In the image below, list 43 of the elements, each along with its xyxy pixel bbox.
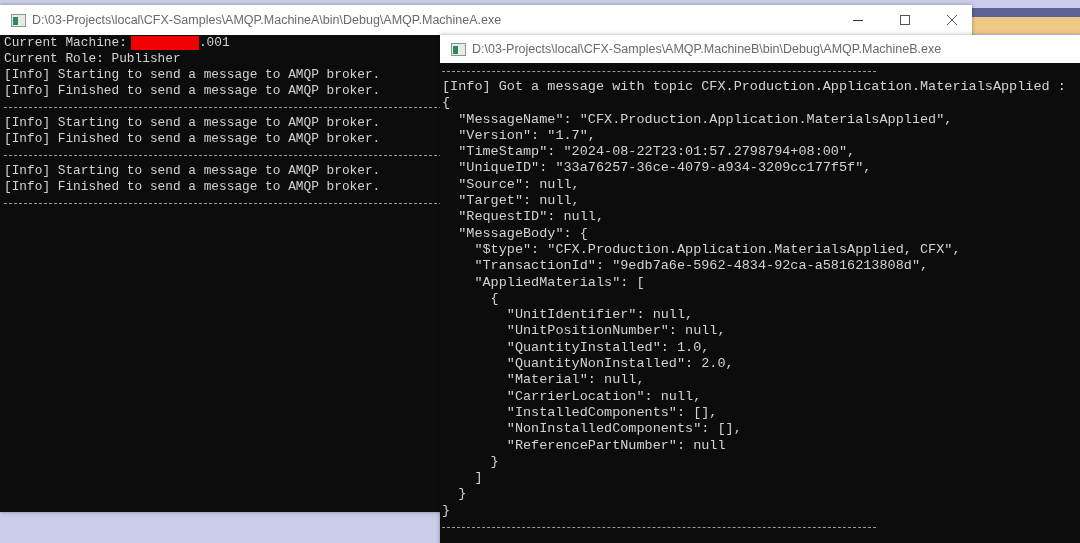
- console-line: ]: [473, 470, 483, 487]
- console-line: "Material": null,: [505, 372, 645, 389]
- console-line: }: [489, 453, 499, 471]
- console-line: "Target": null,: [457, 193, 580, 210]
- console-line: "Source": null,: [457, 176, 580, 194]
- console-text: .001: [198, 35, 230, 51]
- console-line: {: [489, 290, 499, 308]
- close-icon[interactable]: [946, 14, 958, 26]
- console-line: "UniqueID": "33a76257-36ce-4079-a934-3209cc177f5f",: [457, 160, 872, 177]
- console-line: {: [442, 95, 451, 112]
- console-line: "TimeStamp": "2024-08-22T23:01:57.2798794+08:00",: [457, 144, 856, 161]
- window-title: D:\03-Projects\local\CFX-Samples\AMQP.MachineB\bin\Debug\AMQP.MachineB.exe: [472, 42, 942, 56]
- console-line: "TransactionId": "9edb7a6e-5962-4834-92ca-a5816213808d",: [473, 258, 929, 275]
- console-line: "$type": "CFX.Production.Application.MaterialsApplied, CFX",: [473, 241, 961, 259]
- console-line: [Info] Finished to send a message to AMQP broker.: [4, 83, 381, 99]
- console-icon: [451, 42, 466, 56]
- console-line: "InstalledComponents": [],: [505, 404, 718, 422]
- console-line: Current Role: Publisher: [4, 51, 181, 67]
- console-line: "AppliedMaterials": [: [473, 274, 645, 291]
- console-line: "QuantityInstalled": 1.0,: [505, 339, 710, 357]
- console-line: [Info] Starting to send a message to AMQP broker.: [4, 67, 381, 83]
- console-line: "ReferencePartNumber": null: [505, 437, 726, 454]
- console-line: "Version": "1.7",: [457, 127, 596, 145]
- console-text: Current Machine:: [4, 35, 127, 51]
- console-icon: [11, 13, 26, 27]
- window-title: D:\03-Projects\local\CFX-Samples\AMQP.MachineA\bin\Debug\AMQP.MachineA.exe: [32, 13, 502, 27]
- console-line: [Info] Finished to send a message to AMQP broker.: [4, 131, 381, 147]
- console-line: [Info] Got a message with topic CFX.Production.Application.MaterialsApplied :: [442, 79, 1066, 96]
- console-line: [Info] Starting to send a message to AMQP broker.: [4, 163, 381, 179]
- console-line: "NonInstalledComponents": [],: [505, 421, 742, 438]
- console-line: "MessageName": "CFX.Production.Application.MaterialsApplied",: [457, 111, 953, 128]
- console-line: }: [457, 486, 467, 503]
- console-line: }: [442, 502, 451, 519]
- console-line: "QuantityNonInstalled": 2.0,: [505, 356, 734, 373]
- console-line: "MessageBody": {: [457, 225, 588, 242]
- console-line: "UnitIdentifier": null,: [505, 307, 694, 324]
- console-line: [Info] Starting to send a message to AMQP broker.: [4, 115, 381, 131]
- console-line: "RequestID": null,: [457, 209, 605, 226]
- console-line: "UnitPositionNumber": null,: [505, 323, 726, 340]
- maximize-icon[interactable]: [899, 14, 911, 26]
- console-line: "CarrierLocation": null,: [505, 388, 702, 405]
- redaction-mark: [130, 36, 199, 50]
- console-line: [Info] Finished to send a message to AMQP broker.: [4, 179, 381, 195]
